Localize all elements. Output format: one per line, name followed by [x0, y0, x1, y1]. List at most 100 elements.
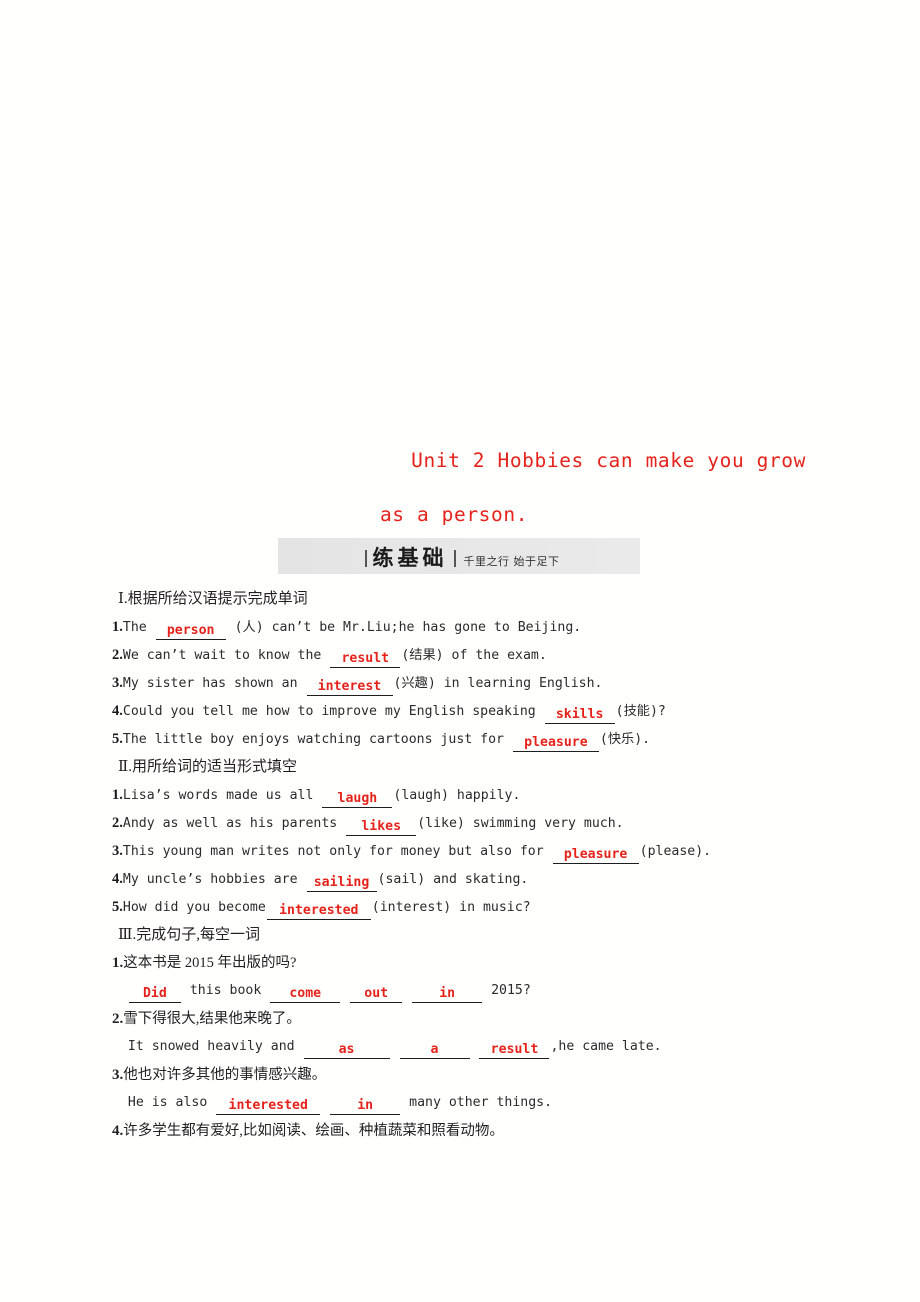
answer-blank[interactable]: person	[155, 622, 226, 640]
answer-blank[interactable]: result	[479, 1041, 550, 1059]
answer-blank[interactable]: laugh	[322, 790, 393, 808]
item-number: 5.	[112, 731, 123, 747]
section-banner: 练基础 千里之行 始于足下	[278, 538, 640, 574]
item-number: 1.	[112, 619, 123, 635]
answer-blank[interactable]: likes	[346, 818, 417, 836]
exercise-prompt-cn: 3.他也对许多其他的事情感兴趣。	[112, 1061, 872, 1089]
answer-blank[interactable]: in	[330, 1097, 401, 1115]
answer-blank[interactable]: as	[303, 1041, 390, 1059]
exercise-item: 2.We can’t wait to know the result (结果) o…	[112, 641, 872, 669]
exercise-item: 4.My uncle’s hobbies are sailing (sail) a…	[112, 865, 872, 893]
sentence-text: (laugh) happily.	[393, 788, 521, 803]
sentence-text: My sister has shown an	[122, 676, 306, 691]
sentence-text	[391, 1039, 399, 1054]
section-banner-inner: 练基础 千里之行 始于足下	[359, 542, 560, 572]
item-number: 4.	[112, 703, 123, 719]
sentence-text: (快乐).	[599, 732, 651, 747]
exercise-item: 3.My sister has shown an interest (兴趣) in…	[112, 669, 872, 697]
exercise-item: Did this book come out in 2015?	[112, 977, 872, 1005]
answer-blank[interactable]: result	[330, 650, 401, 668]
sentence-text	[471, 1039, 479, 1054]
item-number: 3.	[112, 675, 123, 691]
answer-blank[interactable]: pleasure	[552, 846, 639, 864]
section-heading: Ⅲ.完成句子,每空一词	[118, 927, 260, 943]
exercise-item: 1.The person (人) can’t be Mr.Liu;he has …	[112, 613, 872, 641]
banner-right-rule-icon	[453, 550, 456, 567]
worksheet-page: Unit 2 Hobbies can make you grow as a pe…	[0, 0, 920, 1302]
item-number: 2.	[112, 1011, 124, 1027]
exercise-item: It snowed heavily and as a result ,he cam…	[112, 1033, 872, 1061]
sentence-text: (sail) and skating.	[377, 872, 529, 887]
sentence-text: Could you tell me how to improve my Engl…	[122, 704, 544, 719]
exercise-item: 1.Lisa’s words made us all laugh (laugh) …	[112, 781, 872, 809]
sentence-text: many other things.	[401, 1095, 553, 1110]
item-number: 3.	[112, 1067, 124, 1083]
item-indent	[112, 983, 128, 998]
sentence-text: The little boy enjoys watching cartoons …	[122, 732, 512, 747]
item-indent	[112, 1095, 128, 1110]
exercise-content: Ⅰ.根据所给汉语提示完成单词 1.The person (人) can’t be …	[112, 585, 872, 1145]
answer-blank[interactable]: skills	[544, 706, 615, 724]
answer-blank[interactable]: in	[412, 985, 483, 1003]
item-number: 1.	[112, 787, 123, 803]
item-number: 2.	[112, 815, 123, 831]
banner-title: 练基础	[372, 546, 448, 570]
sentence-text: Lisa’s words made us all	[122, 788, 322, 803]
sentence-text: My uncle’s hobbies are	[122, 872, 306, 887]
answer-blank[interactable]: Did	[128, 985, 181, 1003]
prompt-text: 雪下得很大,结果他来晚了。	[123, 1011, 301, 1027]
sentence-text: This young man writes not only for money…	[122, 844, 552, 859]
exercise-item: 4.Could you tell me how to improve my En…	[112, 697, 872, 725]
sentence-text: (interest) in music?	[371, 900, 531, 915]
section-heading: Ⅱ.用所给词的适当形式填空	[118, 759, 297, 775]
answer-blank[interactable]: a	[399, 1041, 470, 1059]
sentence-text	[403, 983, 411, 998]
exercise-item: He is also interested in many other thin…	[112, 1089, 872, 1117]
sentence-text: this book	[181, 983, 270, 998]
sentence-text: (技能)?	[615, 704, 666, 719]
sentence-text: The	[122, 620, 155, 635]
sentence-text: We can’t wait to know the	[122, 648, 330, 663]
item-number: 3.	[112, 843, 123, 859]
answer-blank[interactable]: come	[270, 985, 341, 1003]
banner-left-rule-icon	[364, 550, 367, 567]
page-title: Unit 2 Hobbies can make you grow as a pe…	[110, 434, 810, 542]
exercise-prompt-cn: 2.雪下得很大,结果他来晚了。	[112, 1005, 872, 1033]
sentence-text: (please).	[639, 844, 712, 859]
sentence-text: (人) can’t be Mr.Liu;he has gone to Beiji…	[226, 620, 582, 635]
sentence-text: (兴趣) in learning English.	[393, 676, 603, 691]
prompt-text: 许多学生都有爱好,比如阅读、绘画、种植蔬菜和照看动物。	[123, 1123, 504, 1139]
answer-blank[interactable]: interest	[306, 678, 393, 696]
item-number: 4.	[112, 871, 123, 887]
sentence-text	[341, 983, 349, 998]
prompt-text: 他也对许多其他的事情感兴趣。	[123, 1067, 327, 1083]
sentence-text: ,he came late.	[550, 1039, 662, 1054]
exercise-item: 5.The little boy enjoys watching cartoon…	[112, 725, 872, 753]
sentence-text: It snowed heavily and	[127, 1039, 303, 1054]
exercise-prompt-cn: 1.这本书是 2015 年出版的吗?	[112, 949, 872, 977]
answer-blank[interactable]: interested	[216, 1097, 321, 1115]
answer-blank[interactable]: pleasure	[512, 734, 599, 752]
item-number: 4.	[112, 1123, 124, 1139]
section-heading: Ⅰ.根据所给汉语提示完成单词	[118, 591, 308, 607]
exercise-item: 3.This young man writes not only for mon…	[112, 837, 872, 865]
page-title-line-1: Unit 2 Hobbies can make you grow	[411, 449, 806, 472]
sentence-text: Andy as well as his parents	[122, 816, 346, 831]
item-number: 2.	[112, 647, 123, 663]
answer-blank[interactable]: sailing	[306, 874, 377, 892]
exercise-item: 5.How did you become interested (interest)…	[112, 893, 872, 921]
page-title-line-2: as a person.	[379, 503, 529, 526]
sentence-text: (结果) of the exam.	[401, 648, 547, 663]
sentence-text	[321, 1095, 329, 1110]
prompt-text: 这本书是 2015 年出版的吗?	[123, 955, 297, 971]
sentence-text: He is also	[127, 1095, 216, 1110]
sentence-text: (like) swimming very much.	[417, 816, 624, 831]
answer-blank[interactable]: out	[350, 985, 403, 1003]
item-indent	[112, 1039, 128, 1054]
item-number: 1.	[112, 955, 124, 971]
item-number: 5.	[112, 899, 123, 915]
banner-subtitle: 千里之行 始于足下	[463, 555, 560, 568]
sentence-text: How did you become	[122, 900, 266, 915]
exercise-item: 2.Andy as well as his parents likes (like…	[112, 809, 872, 837]
answer-blank[interactable]: interested	[266, 902, 371, 920]
